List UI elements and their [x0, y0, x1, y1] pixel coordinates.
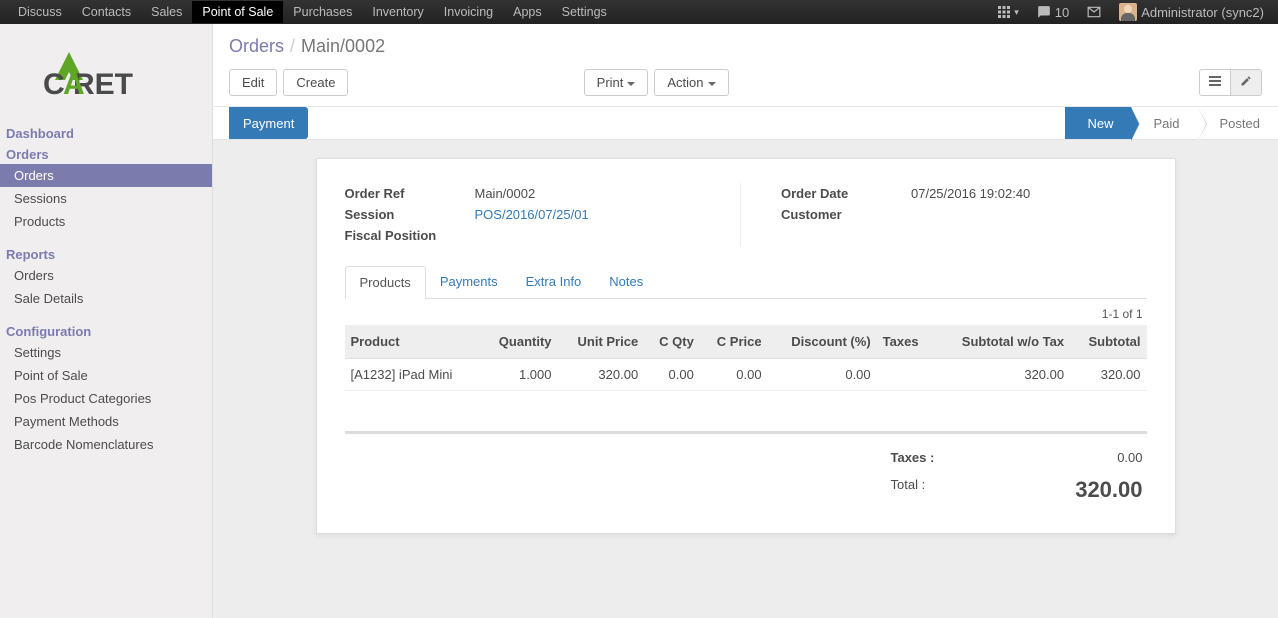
label-order-date: Order Date — [781, 186, 911, 201]
sidebar-item-orders[interactable]: Orders — [0, 164, 212, 187]
menu-contacts[interactable]: Contacts — [72, 1, 141, 23]
sidebar-item-settings[interactable]: Settings — [0, 341, 212, 364]
sidebar-item-products[interactable]: Products — [0, 210, 212, 233]
messages-count: 10 — [1055, 5, 1069, 20]
view-list-button[interactable] — [1199, 69, 1231, 96]
edit-button[interactable]: Edit — [229, 69, 277, 96]
sidebar-item-pos-categories[interactable]: Pos Product Categories — [0, 387, 212, 410]
action-button[interactable]: Action — [654, 69, 728, 96]
cell-c-price: 0.00 — [700, 359, 768, 391]
th-c-price[interactable]: C Price — [700, 325, 768, 359]
menu-settings[interactable]: Settings — [552, 1, 617, 23]
top-menu-bar: Discuss Contacts Sales Point of Sale Pur… — [0, 0, 1278, 24]
pencil-icon — [1240, 75, 1252, 87]
sidebar-item-sessions[interactable]: Sessions — [0, 187, 212, 210]
sidebar-item-barcode[interactable]: Barcode Nomenclatures — [0, 433, 212, 456]
sidebar-item-pos[interactable]: Point of Sale — [0, 364, 212, 387]
list-icon — [1209, 75, 1221, 87]
menu-discuss[interactable]: Discuss — [8, 1, 72, 23]
form-sheet: Order RefMain/0002 SessionPOS/2016/07/25… — [316, 158, 1176, 534]
tab-extra-info[interactable]: Extra Info — [512, 266, 596, 298]
sidebar-item-payment-methods[interactable]: Payment Methods — [0, 410, 212, 433]
label-grand-total: Total : — [891, 477, 926, 503]
cell-discount: 0.00 — [768, 359, 877, 391]
sidebar-config-group[interactable]: Configuration — [0, 320, 212, 341]
menu-inventory[interactable]: Inventory — [362, 1, 433, 23]
cell-taxes — [877, 359, 934, 391]
label-customer: Customer — [781, 207, 911, 222]
label-order-ref: Order Ref — [345, 186, 475, 201]
th-sub-wo-tax[interactable]: Subtotal w/o Tax — [934, 325, 1070, 359]
breadcrumb-current: Main/0002 — [301, 36, 385, 56]
sidebar-reports-group[interactable]: Reports — [0, 243, 212, 264]
value-order-date: 07/25/2016 19:02:40 — [911, 186, 1030, 201]
table-row[interactable]: [A1232] iPad Mini 1.000 320.00 0.00 0.00… — [345, 359, 1147, 391]
value-order-ref: Main/0002 — [475, 186, 536, 201]
status-step-paid[interactable]: Paid — [1131, 107, 1197, 139]
cell-c-qty: 0.00 — [644, 359, 700, 391]
cell-quantity: 1.000 — [480, 359, 557, 391]
label-session: Session — [345, 207, 475, 222]
caret-down-icon — [627, 82, 635, 86]
breadcrumb-orders[interactable]: Orders — [229, 36, 284, 56]
value-taxes-total: 0.00 — [1117, 450, 1142, 465]
value-grand-total: 320.00 — [1075, 477, 1142, 503]
print-button[interactable]: Print — [584, 69, 649, 96]
status-step-posted[interactable]: Posted — [1198, 107, 1278, 139]
label-fiscal: Fiscal Position — [345, 228, 475, 243]
cell-product: [A1232] iPad Mini — [345, 359, 481, 391]
svg-text:A: A — [63, 68, 85, 101]
separator — [345, 431, 1147, 434]
table-pager[interactable]: 1-1 of 1 — [345, 299, 1147, 325]
cell-unit-price: 320.00 — [558, 359, 645, 391]
payment-button[interactable]: Payment — [229, 107, 308, 139]
menu-point-of-sale[interactable]: Point of Sale — [192, 1, 283, 23]
th-discount[interactable]: Discount (%) — [768, 325, 877, 359]
menu-sales[interactable]: Sales — [141, 1, 192, 23]
tab-notes[interactable]: Notes — [595, 266, 657, 298]
sidebar-orders-group[interactable]: Orders — [0, 143, 212, 164]
create-button[interactable]: Create — [283, 69, 348, 96]
th-subtotal[interactable]: Subtotal — [1070, 325, 1146, 359]
sidebar: C RET A Dashboard Orders Orders Sessions… — [0, 24, 213, 618]
menu-invoicing[interactable]: Invoicing — [434, 1, 503, 23]
label-taxes-total: Taxes : — [891, 450, 935, 465]
value-session-link[interactable]: POS/2016/07/25/01 — [475, 207, 589, 222]
cell-sub-wo-tax: 320.00 — [934, 359, 1070, 391]
sidebar-item-report-orders[interactable]: Orders — [0, 264, 212, 287]
th-unit-price[interactable]: Unit Price — [558, 325, 645, 359]
status-step-new[interactable]: New — [1065, 107, 1131, 139]
sidebar-item-sale-details[interactable]: Sale Details — [0, 287, 212, 310]
totals-block: Taxes : 0.00 Total : 320.00 — [887, 444, 1147, 509]
status-bar: Payment New Paid Posted — [213, 106, 1278, 140]
svg-text:C RET: C RET — [43, 68, 133, 101]
th-taxes[interactable]: Taxes — [877, 325, 934, 359]
user-name: Administrator (sync2) — [1141, 5, 1264, 20]
menu-apps[interactable]: Apps — [503, 1, 552, 23]
menu-purchases[interactable]: Purchases — [283, 1, 362, 23]
sidebar-dashboard[interactable]: Dashboard — [0, 122, 212, 143]
tab-products[interactable]: Products — [345, 266, 426, 299]
th-product[interactable]: Product — [345, 325, 481, 359]
logo: C RET A — [0, 32, 212, 122]
cell-subtotal: 320.00 — [1070, 359, 1146, 391]
th-c-qty[interactable]: C Qty — [644, 325, 700, 359]
breadcrumb: Orders/Main/0002 — [229, 36, 1262, 57]
tab-payments[interactable]: Payments — [426, 266, 512, 298]
order-lines-table: Product Quantity Unit Price C Qty C Pric… — [345, 325, 1147, 391]
user-menu[interactable]: Administrator (sync2) — [1113, 3, 1270, 21]
form-tabs: Products Payments Extra Info Notes — [345, 266, 1147, 299]
messaging-icon[interactable]: 10 — [1031, 5, 1075, 20]
systray-apps-icon[interactable]: ▾ — [992, 6, 1025, 18]
avatar — [1119, 3, 1137, 21]
caret-down-icon — [708, 82, 716, 86]
view-form-button[interactable] — [1231, 69, 1262, 96]
th-quantity[interactable]: Quantity — [480, 325, 557, 359]
mail-icon[interactable] — [1081, 5, 1107, 19]
